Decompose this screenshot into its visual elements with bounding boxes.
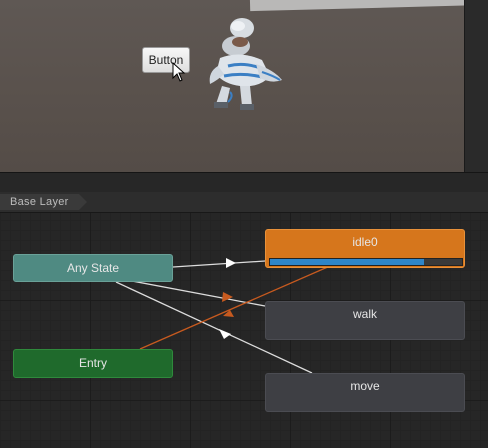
scene-view[interactable]: Button (0, 0, 464, 172)
state-entry[interactable]: Entry (13, 349, 173, 378)
state-idle[interactable]: idle0 (265, 229, 465, 268)
state-progress-bar (269, 258, 463, 266)
transition-arrow-icon (222, 292, 233, 302)
animator-graph[interactable]: Any State Entry idle0 walk move (0, 213, 488, 448)
breadcrumb: Base Layer (0, 192, 488, 213)
transition-arrow-icon (226, 258, 236, 268)
state-label: idle0 (352, 235, 378, 249)
transition-arrow-icon (223, 310, 234, 317)
state-walk[interactable]: walk (265, 301, 465, 340)
scene-horizon (249, 0, 464, 12)
state-label: Entry (78, 356, 107, 370)
transition-any-to-idle[interactable] (172, 260, 266, 268)
state-label: walk (352, 307, 377, 321)
state-label: move (350, 379, 380, 393)
state-move[interactable]: move (265, 373, 465, 412)
state-label: Any State (66, 261, 120, 275)
scene-scrollbar[interactable] (464, 0, 488, 172)
state-progress-fill (270, 259, 424, 265)
transition-arrow-icon (219, 329, 231, 339)
breadcrumb-layer[interactable]: Base Layer (0, 194, 87, 210)
state-any-state[interactable]: Any State (13, 254, 173, 282)
character-model (209, 18, 282, 110)
mouse-cursor-icon (172, 62, 186, 82)
panel-divider (0, 172, 488, 193)
